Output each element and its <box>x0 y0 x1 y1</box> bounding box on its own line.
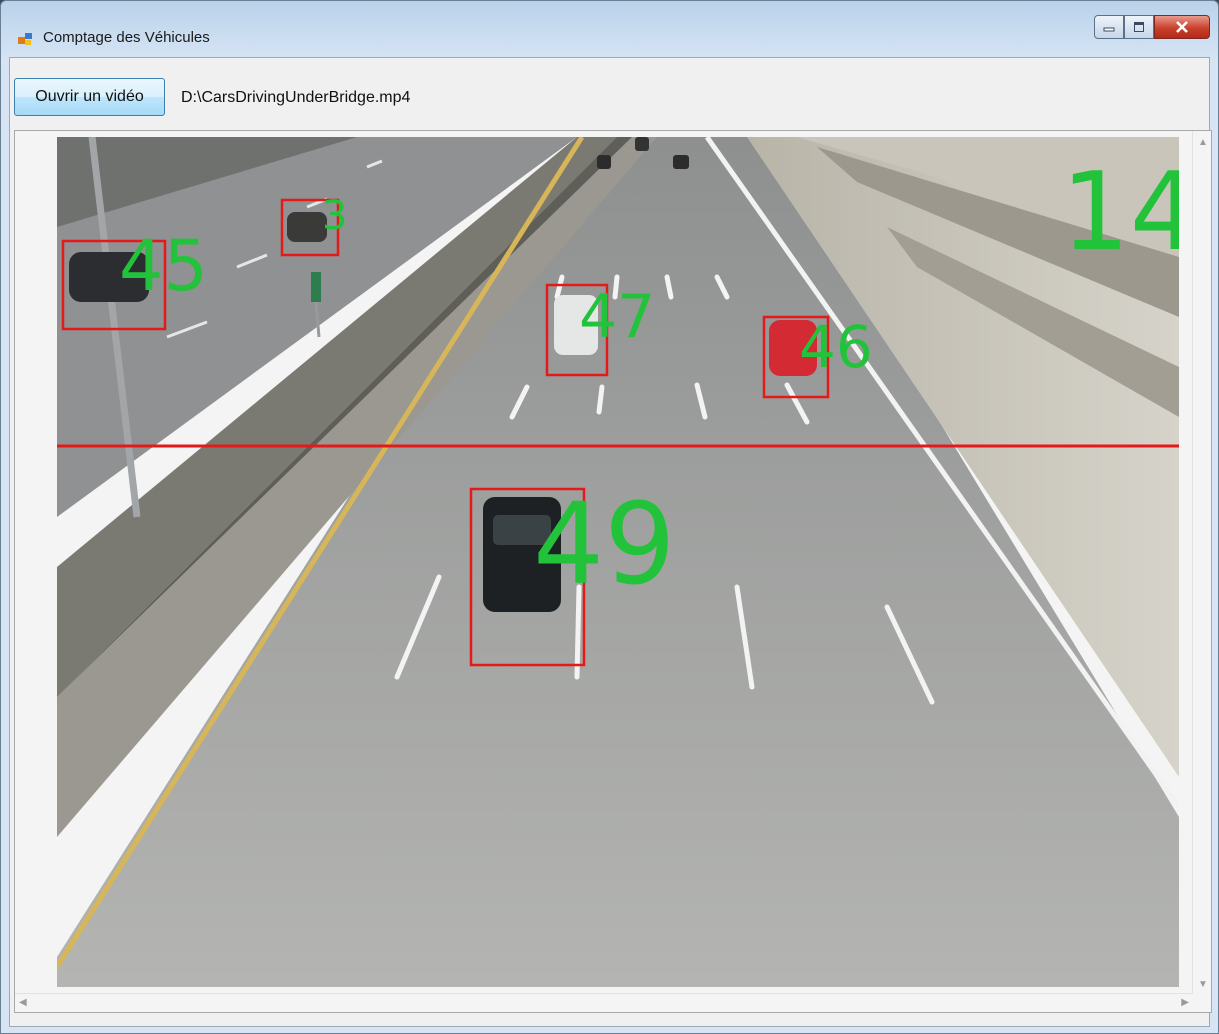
minimize-button[interactable] <box>1094 15 1124 39</box>
maximize-button[interactable] <box>1124 15 1154 39</box>
video-frame: 45 3 47 46 49 14 <box>57 137 1179 987</box>
scroll-right-icon[interactable]: ▶ <box>1181 997 1189 1008</box>
detection-id: 49 <box>533 480 676 610</box>
detection-id: 45 <box>119 225 208 307</box>
scroll-left-icon[interactable]: ◀ <box>19 997 27 1008</box>
close-button[interactable] <box>1154 15 1210 39</box>
form-client-area: Ouvrir un vidéo D:\CarsDrivingUnderBridg… <box>9 57 1212 1027</box>
vertical-scrollbar[interactable]: ▲ ▼ <box>1192 131 1211 1012</box>
detection-id: 46 <box>799 313 873 381</box>
detection-id: 47 <box>579 282 655 352</box>
close-icon <box>1176 21 1188 33</box>
scroll-up-icon[interactable]: ▲ <box>1198 137 1208 148</box>
scroll-down-icon[interactable]: ▼ <box>1198 979 1208 990</box>
vehicle-count: 14 <box>1061 150 1179 275</box>
title-bar[interactable]: Comptage des Véhicules <box>1 1 1218 57</box>
maximize-icon <box>1134 22 1144 32</box>
app-window: Comptage des Véhicules Ouvrir un vidéo D… <box>0 0 1219 1034</box>
window-title: Comptage des Véhicules <box>43 29 210 46</box>
open-video-button[interactable]: Ouvrir un vidéo <box>14 78 165 116</box>
horizontal-scrollbar[interactable]: ◀ ▶ <box>15 993 1193 1012</box>
detection-id: 3 <box>322 193 347 239</box>
app-icon <box>18 33 32 45</box>
video-frame-image: 45 3 47 46 49 14 <box>57 137 1179 987</box>
minimize-icon <box>1103 27 1115 32</box>
file-path-label: D:\CarsDrivingUnderBridge.mp4 <box>181 89 411 106</box>
video-panel[interactable]: 45 3 47 46 49 14 ▲ ▼ ◀ ▶ <box>14 130 1212 1013</box>
caption-buttons <box>1094 15 1210 41</box>
